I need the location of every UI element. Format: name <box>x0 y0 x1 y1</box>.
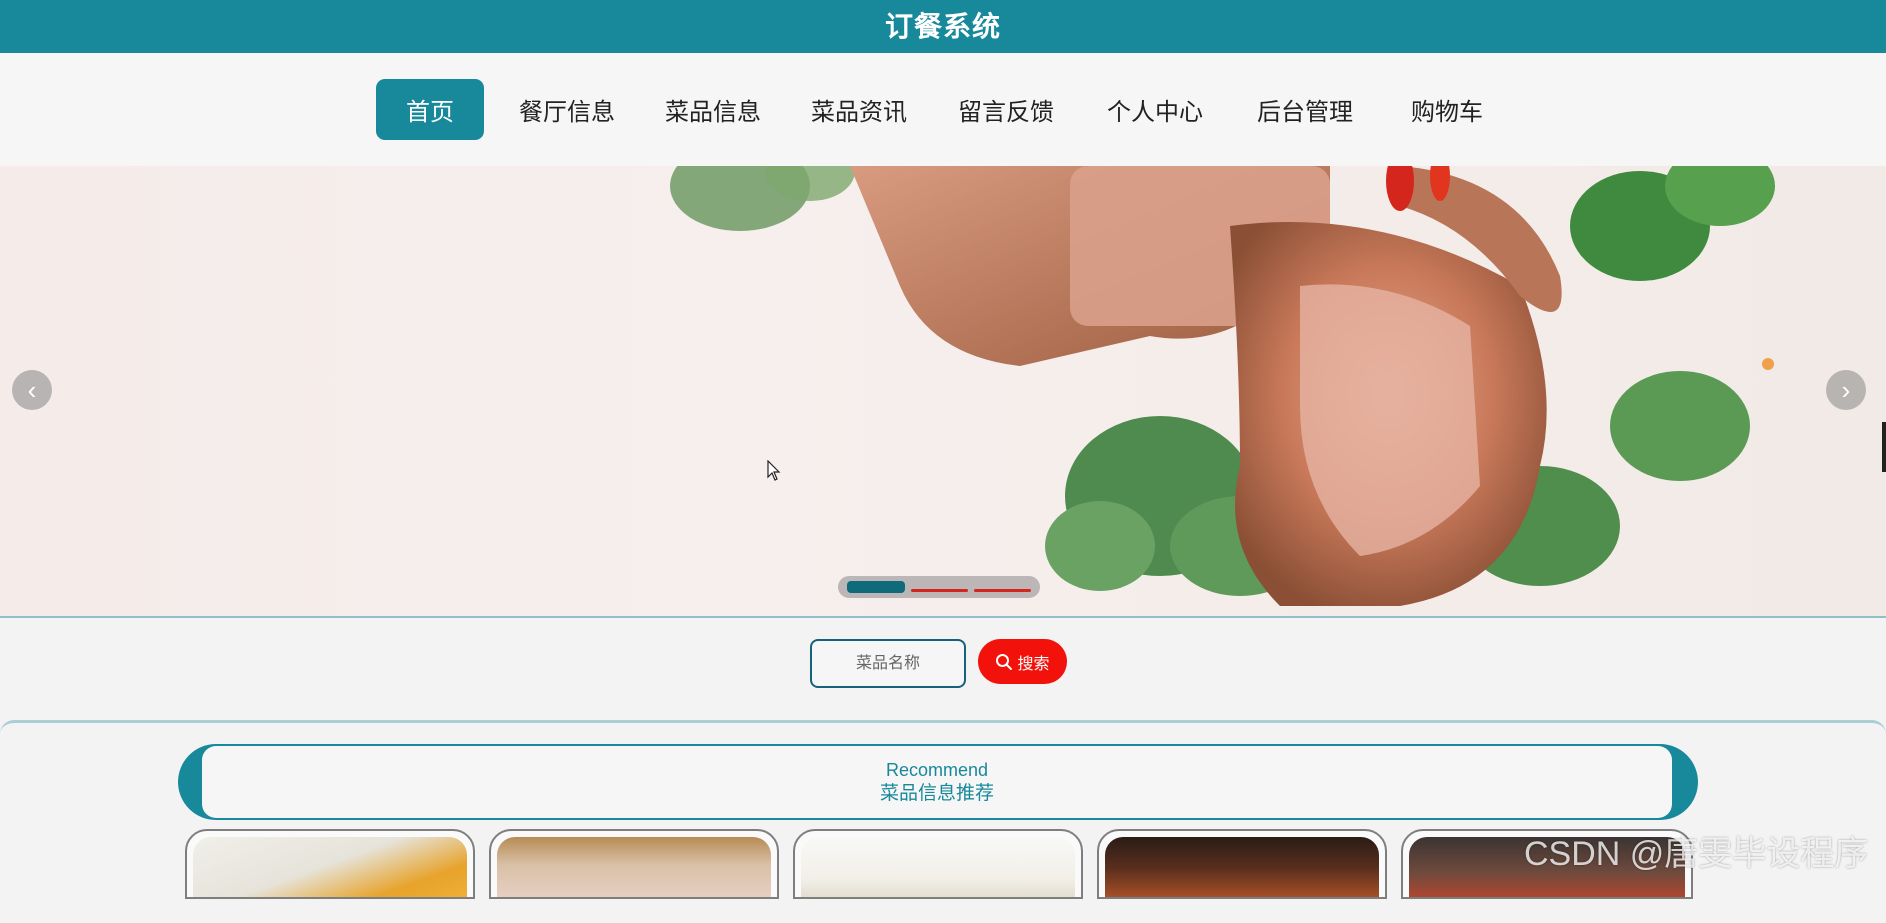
recommend-title-cn: 菜品信息推荐 <box>879 783 994 804</box>
search-button-label: 搜索 <box>1017 655 1050 673</box>
carousel-indicator-2[interactable] <box>911 589 968 592</box>
carousel-indicators <box>838 576 1040 598</box>
main-nav: 首页 餐厅信息 菜品信息 菜品资讯 留言反馈 个人中心 后台管理 购物车 <box>0 53 1886 166</box>
recommend-header: Recommend 菜品信息推荐 <box>178 744 1698 820</box>
nav-item-restaurant-info[interactable]: 餐厅信息 <box>511 79 623 140</box>
nav-item-dish-info[interactable]: 菜品信息 <box>657 79 769 140</box>
recommend-header-inner: Recommend 菜品信息推荐 <box>202 746 1672 818</box>
dish-name-search-input[interactable] <box>810 639 966 688</box>
app-header: 订餐系统 <box>0 0 1886 53</box>
dish-card[interactable] <box>1097 829 1387 899</box>
dish-card[interactable] <box>185 829 475 899</box>
nav-item-cart[interactable]: 购物车 <box>1402 79 1492 140</box>
carousel-banner[interactable]: ‹ › <box>0 166 1886 618</box>
mouse-cursor <box>767 460 781 481</box>
nav-item-dish-news[interactable]: 菜品资讯 <box>803 79 915 140</box>
dish-card[interactable] <box>793 829 1083 899</box>
dish-card-image <box>193 837 467 897</box>
watermark-text: CSDN @唐雯毕设程序 <box>1524 835 1869 873</box>
dish-card[interactable] <box>489 829 779 899</box>
app-title: 订餐系统 <box>884 11 1001 42</box>
nav-item-home[interactable]: 首页 <box>376 79 484 140</box>
nav-item-profile[interactable]: 个人中心 <box>1099 79 1211 140</box>
nav-item-admin[interactable]: 后台管理 <box>1249 79 1361 140</box>
dish-card-image <box>497 837 771 897</box>
dish-card-image <box>1105 837 1379 897</box>
dish-card-image <box>801 837 1075 897</box>
chevron-left-icon: ‹ <box>27 374 37 405</box>
chevron-right-icon: › <box>1841 374 1851 405</box>
search-button[interactable]: 搜索 <box>978 639 1067 684</box>
search-icon <box>996 653 1013 670</box>
carousel-indicator-3[interactable] <box>974 589 1031 592</box>
recommend-title-en: Recommend <box>885 760 989 780</box>
banner-food-image <box>670 166 1775 606</box>
carousel-next-button[interactable]: › <box>1826 370 1866 410</box>
scroll-edge-marker <box>1882 422 1886 472</box>
carousel-prev-button[interactable]: ‹ <box>12 370 52 410</box>
nav-item-feedback[interactable]: 留言反馈 <box>950 79 1062 140</box>
carousel-indicator-1[interactable] <box>847 581 905 593</box>
